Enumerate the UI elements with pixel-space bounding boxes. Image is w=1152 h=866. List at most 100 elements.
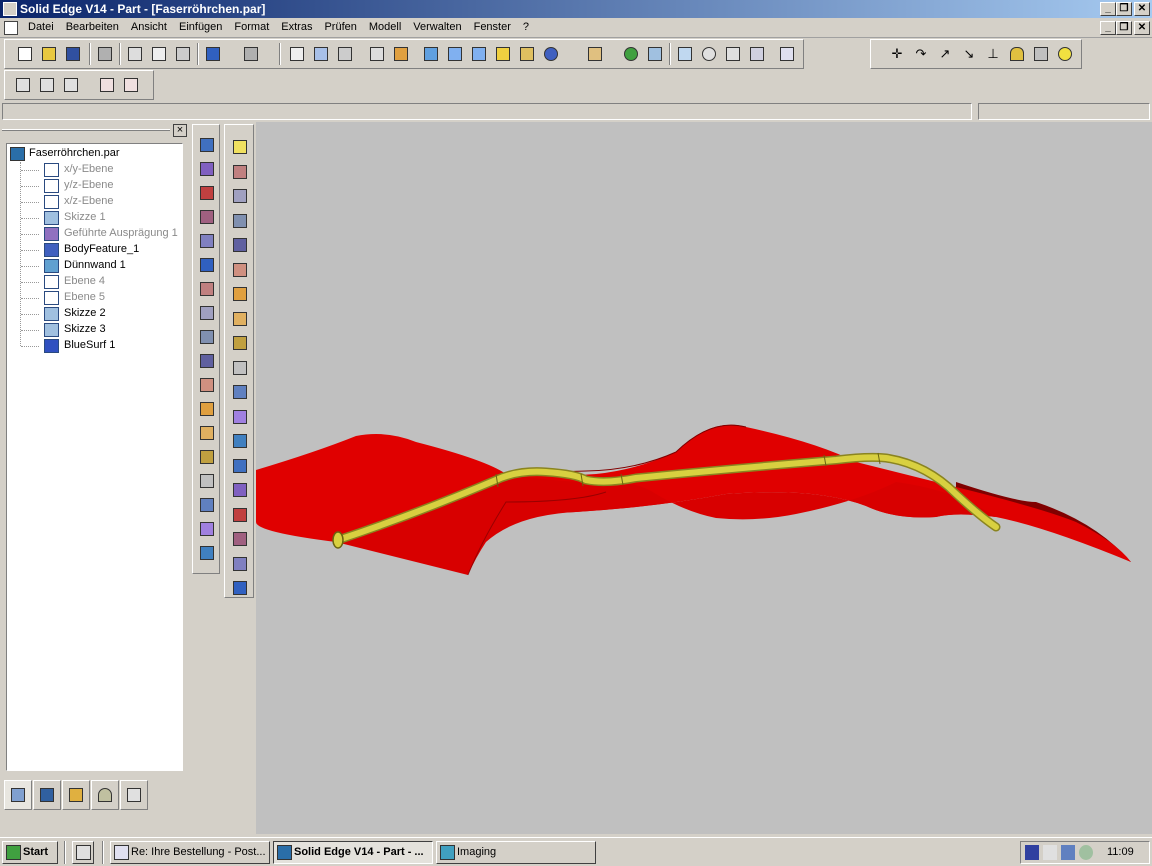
paste-button[interactable] <box>173 44 193 64</box>
tool-button[interactable] <box>311 44 331 64</box>
new-button[interactable] <box>15 44 35 64</box>
feature-tool-button[interactable] <box>229 431 251 451</box>
start-button[interactable]: Start <box>2 841 58 864</box>
close-button[interactable]: ✕ <box>1134 2 1150 16</box>
feature-tool-button[interactable] <box>229 480 251 500</box>
tool-button[interactable]: ↗ <box>935 44 955 64</box>
tool-button[interactable] <box>13 75 33 95</box>
feature-tool-button[interactable] <box>196 399 218 419</box>
tool-button[interactable] <box>585 44 605 64</box>
grip[interactable] <box>2 129 170 131</box>
feature-tool-button[interactable] <box>229 284 251 304</box>
print-button[interactable] <box>95 44 115 64</box>
feature-tool-button[interactable] <box>196 519 218 539</box>
feature-tool-button[interactable] <box>229 211 251 231</box>
copy-button[interactable] <box>149 44 169 64</box>
redo-button[interactable] <box>241 44 261 64</box>
zoom-area-button[interactable] <box>675 44 695 64</box>
fit-button[interactable] <box>723 44 743 64</box>
doc-restore-button[interactable]: ❐ <box>1116 21 1132 35</box>
feature-tool-button[interactable] <box>229 554 251 574</box>
feature-tool-button[interactable] <box>229 529 251 549</box>
feature-tool-button[interactable] <box>196 495 218 515</box>
task-imaging[interactable]: Imaging <box>436 841 596 864</box>
feature-tool-button[interactable] <box>196 327 218 347</box>
tree-item[interactable]: y/z-Ebene <box>7 178 177 194</box>
menu-pruefen[interactable]: Prüfen <box>318 21 362 33</box>
feature-tool-button[interactable] <box>229 186 251 206</box>
feature-tool-button[interactable] <box>229 358 251 378</box>
tab-feature-library[interactable] <box>33 780 61 810</box>
graphics-viewport[interactable] <box>256 122 1152 834</box>
tree-item[interactable]: Dünnwand 1 <box>7 258 177 274</box>
menu-extras[interactable]: Extras <box>275 21 318 33</box>
select-tool-button[interactable] <box>229 137 251 157</box>
feature-tool-button[interactable] <box>196 135 218 155</box>
save-button[interactable] <box>63 44 83 64</box>
open-button[interactable] <box>39 44 59 64</box>
feature-tool-button[interactable] <box>196 279 218 299</box>
feature-tool-button[interactable] <box>229 407 251 427</box>
feature-tool-button[interactable] <box>196 351 218 371</box>
tree-item[interactable]: BodyFeature_1 <box>7 242 177 258</box>
feature-tool-button[interactable] <box>196 447 218 467</box>
tool-button[interactable] <box>97 75 117 95</box>
feature-tool-button[interactable] <box>196 543 218 563</box>
tool-button[interactable] <box>1031 44 1051 64</box>
volume-icon[interactable] <box>1043 845 1057 860</box>
tool-button[interactable] <box>121 75 141 95</box>
tree-item[interactable]: x/z-Ebene <box>7 194 177 210</box>
tool-button[interactable]: ✛ <box>887 44 907 64</box>
feature-tool-button[interactable] <box>196 231 218 251</box>
task-mail[interactable]: Re: Ihre Bestellung - Post... <box>110 841 270 864</box>
feature-tree[interactable]: Faserröhrchen.par x/y-Ebene y/z-Ebene x/z-… <box>6 143 183 771</box>
tray-app-icon[interactable] <box>1079 845 1093 860</box>
tool-button[interactable] <box>541 44 561 64</box>
tool-button[interactable] <box>469 44 489 64</box>
cut-button[interactable] <box>125 44 145 64</box>
tree-item[interactable]: Skizze 1 <box>7 210 177 226</box>
feature-tool-button[interactable] <box>229 578 251 598</box>
doc-minimize-button[interactable]: _ <box>1100 21 1116 35</box>
feature-tool-button[interactable] <box>229 309 251 329</box>
tool-button[interactable] <box>1007 44 1027 64</box>
tree-item[interactable]: Skizze 2 <box>7 306 177 322</box>
tool-button[interactable] <box>61 75 81 95</box>
task-solid-edge[interactable]: Solid Edge V14 - Part - ... <box>273 841 433 864</box>
minimize-button[interactable]: _ <box>1100 2 1116 16</box>
menu-fenster[interactable]: Fenster <box>468 21 517 33</box>
feature-tool-button[interactable] <box>196 471 218 491</box>
feature-tool-button[interactable] <box>229 260 251 280</box>
tool-button[interactable] <box>1055 44 1075 64</box>
tool-button[interactable]: ↷ <box>911 44 931 64</box>
menu-help[interactable]: ? <box>517 21 535 33</box>
tree-item[interactable]: x/y-Ebene <box>7 162 177 178</box>
tree-root[interactable]: Faserröhrchen.par <box>7 146 177 162</box>
pan-button[interactable] <box>747 44 767 64</box>
feature-tool-button[interactable] <box>229 382 251 402</box>
tab-feature-pathfinder[interactable] <box>4 780 32 810</box>
feature-tool-button[interactable] <box>196 159 218 179</box>
feature-tool-button[interactable] <box>196 183 218 203</box>
tool-button[interactable] <box>645 44 665 64</box>
feature-tool-button[interactable] <box>196 303 218 323</box>
tree-item[interactable]: Skizze 3 <box>7 322 177 338</box>
menu-einfuegen[interactable]: Einfügen <box>173 21 228 33</box>
feature-tool-button[interactable] <box>196 375 218 395</box>
pane-close-button[interactable]: × <box>173 124 187 137</box>
feature-tool-button[interactable] <box>229 456 251 476</box>
restore-button[interactable]: ❐ <box>1116 2 1132 16</box>
menu-bearbeiten[interactable]: Bearbeiten <box>60 21 125 33</box>
doc-close-button[interactable]: ✕ <box>1134 21 1150 35</box>
tool-button[interactable] <box>517 44 537 64</box>
menu-verwalten[interactable]: Verwalten <box>407 21 467 33</box>
tree-item[interactable]: Ebene 4 <box>7 274 177 290</box>
menu-format[interactable]: Format <box>228 21 275 33</box>
tab-sensors[interactable] <box>91 780 119 810</box>
document-icon[interactable] <box>4 21 18 35</box>
tool-button[interactable]: ⊥ <box>983 44 1003 64</box>
feature-tool-button[interactable] <box>229 505 251 525</box>
network-icon[interactable] <box>1061 845 1075 860</box>
tool-button[interactable] <box>367 44 387 64</box>
tree-item[interactable]: BlueSurf 1 <box>7 338 177 354</box>
